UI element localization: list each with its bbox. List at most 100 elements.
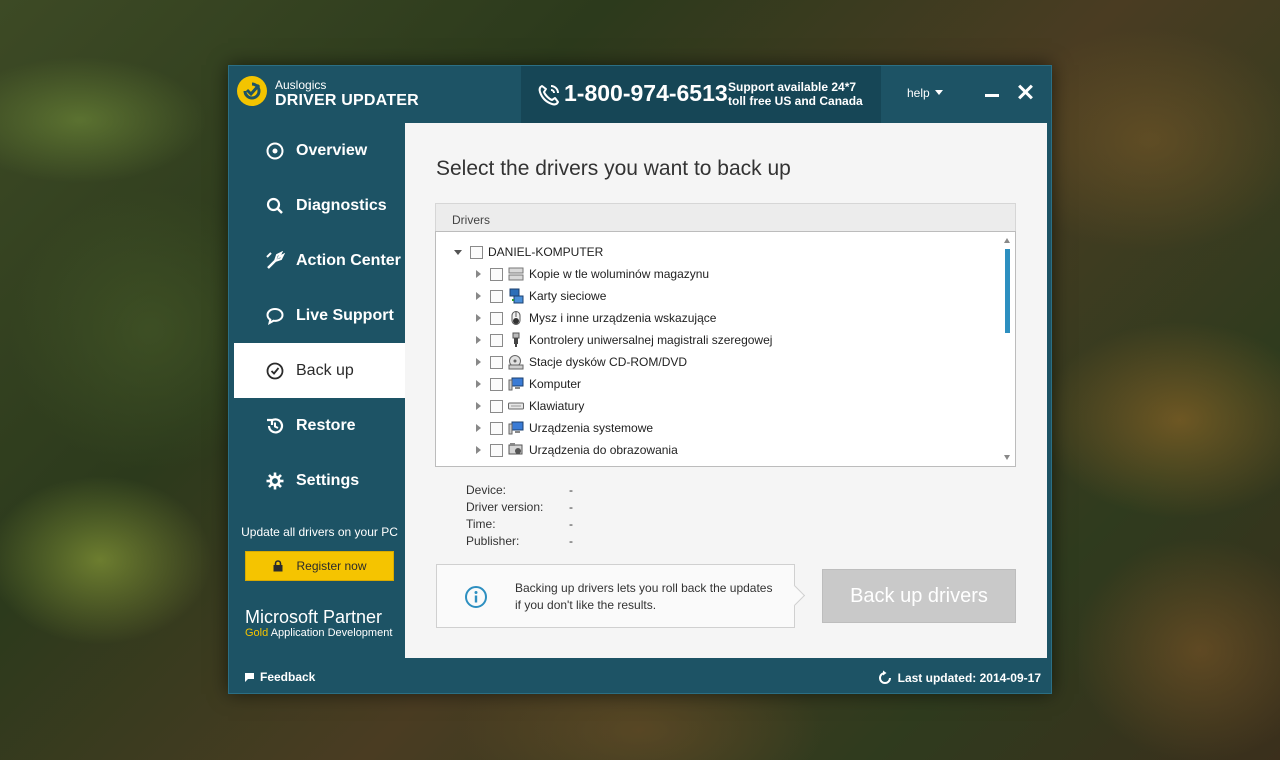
feedback-label: Feedback bbox=[260, 670, 316, 684]
help-label: help bbox=[907, 86, 930, 100]
device-label: Device: bbox=[466, 483, 507, 497]
scroll-thumb[interactable] bbox=[1005, 249, 1010, 333]
tree-root-row[interactable]: DANIEL-KOMPUTER bbox=[454, 241, 603, 263]
storage-volume-icon bbox=[508, 266, 524, 282]
brand-product: DRIVER UPDATER bbox=[275, 92, 419, 109]
backup-info-note: Backing up drivers lets you roll back th… bbox=[436, 564, 795, 628]
partner-gold-label: Gold bbox=[245, 627, 269, 639]
collapse-arrow-icon[interactable] bbox=[454, 249, 462, 255]
tree-scrollbar[interactable] bbox=[1001, 232, 1015, 466]
back-up-drivers-button[interactable]: Back up drivers bbox=[822, 569, 1016, 623]
sidebar-item-settings[interactable]: Settings bbox=[234, 453, 405, 508]
tree-checkbox[interactable] bbox=[470, 245, 483, 259]
backup-note-text: Backing up drivers lets you roll back th… bbox=[515, 581, 773, 612]
sidebar-item-restore[interactable]: Restore bbox=[234, 398, 405, 453]
usb-icon bbox=[508, 332, 524, 348]
phone-number: 1-800-974-6513 bbox=[564, 80, 728, 106]
brand-company: Auslogics bbox=[275, 78, 327, 92]
tree-item-label: Urządzenia systemowe bbox=[529, 421, 654, 435]
feedback-link[interactable]: Feedback bbox=[244, 670, 315, 684]
sidebar-item-live-support[interactable]: Live Support bbox=[234, 288, 405, 343]
lock-icon bbox=[272, 560, 284, 572]
feedback-icon bbox=[244, 672, 255, 682]
phone-icon bbox=[538, 85, 559, 106]
register-now-label: Register now bbox=[296, 559, 367, 573]
sidebar-item-label: Restore bbox=[296, 416, 356, 434]
tree-item-label: Mysz i inne urządzenia wskazujące bbox=[529, 311, 717, 325]
expand-arrow-icon[interactable] bbox=[476, 314, 481, 322]
tree-checkbox[interactable] bbox=[490, 355, 503, 369]
tree-item[interactable]: Komputer bbox=[476, 373, 581, 395]
expand-arrow-icon[interactable] bbox=[476, 380, 481, 388]
refresh-icon bbox=[878, 670, 891, 684]
expand-arrow-icon[interactable] bbox=[476, 446, 481, 454]
tree-checkbox[interactable] bbox=[490, 333, 503, 347]
expand-arrow-icon[interactable] bbox=[476, 292, 481, 300]
sidebar-item-overview[interactable]: Overview bbox=[234, 123, 405, 178]
tree-item[interactable]: Karty sieciowe bbox=[476, 285, 606, 307]
scroll-down-arrow-icon[interactable] bbox=[1004, 455, 1010, 460]
sidebar-item-diagnostics[interactable]: Diagnostics bbox=[234, 178, 405, 233]
tree-checkbox[interactable] bbox=[490, 443, 503, 457]
keyboard-icon bbox=[508, 398, 524, 414]
tree-item[interactable]: Klawiatury bbox=[476, 395, 584, 417]
page-title: Select the drivers you want to back up bbox=[436, 157, 791, 180]
tree-item[interactable]: Urządzenia do obrazowania bbox=[476, 439, 678, 461]
tree-checkbox[interactable] bbox=[490, 399, 503, 413]
tree-checkbox[interactable] bbox=[490, 311, 503, 325]
support-phone-box: 1-800-974-6513 Support available 24*7 to… bbox=[521, 66, 881, 123]
publisher-label: Publisher: bbox=[466, 534, 520, 548]
tree-item-label: Komputer bbox=[529, 377, 582, 391]
tree-item[interactable]: Kontrolery uniwersalnej magistrali szere… bbox=[476, 329, 772, 351]
tree-item[interactable]: Kopie w tle woluminów magazynu bbox=[476, 263, 709, 285]
close-button[interactable] bbox=[1015, 82, 1035, 102]
mouse-icon bbox=[508, 310, 524, 326]
register-now-button[interactable]: Register now bbox=[245, 551, 394, 581]
sidebar-item-action-center[interactable]: Action Center bbox=[234, 233, 405, 288]
driver-version-value: - bbox=[569, 500, 573, 514]
tree-item[interactable]: Urządzenia systemowe bbox=[476, 417, 653, 439]
app-window: Auslogics DRIVER UPDATER 1-800-974-6513 … bbox=[228, 65, 1052, 694]
info-icon bbox=[465, 586, 487, 608]
sidebar-item-label: Back up bbox=[296, 361, 354, 379]
tree-item[interactable]: Mysz i inne urządzenia wskazujące bbox=[476, 307, 716, 329]
search-icon bbox=[264, 195, 286, 217]
tree-item-label: Stacje dysków CD-ROM/DVD bbox=[529, 355, 688, 369]
expand-arrow-icon[interactable] bbox=[476, 424, 481, 432]
status-bar: Feedback Last updated: 2014-09-17 bbox=[229, 658, 1051, 695]
expand-arrow-icon[interactable] bbox=[476, 402, 481, 410]
tree-item-label: Kontrolery uniwersalnej magistrali szere… bbox=[529, 333, 773, 347]
driver-version-label: Driver version: bbox=[466, 500, 544, 514]
app-logo-icon bbox=[237, 76, 267, 106]
tree-checkbox[interactable] bbox=[490, 289, 503, 303]
tree-checkbox[interactable] bbox=[490, 377, 503, 391]
expand-arrow-icon[interactable] bbox=[476, 358, 481, 366]
last-updated-label: Last updated: 2014-09-17 bbox=[897, 671, 1041, 685]
tree-item-label: Klawiatury bbox=[529, 399, 585, 413]
help-menu[interactable]: help bbox=[907, 86, 943, 100]
time-label: Time: bbox=[466, 517, 496, 531]
tree-root-label: DANIEL-KOMPUTER bbox=[488, 245, 604, 259]
expand-arrow-icon[interactable] bbox=[476, 270, 481, 278]
scroll-up-arrow-icon[interactable] bbox=[1004, 238, 1010, 243]
update-all-text: Update all drivers on your PC bbox=[241, 525, 398, 539]
system-device-icon bbox=[508, 420, 524, 436]
tree-item[interactable]: Stacje dysków CD-ROM/DVD bbox=[476, 351, 687, 373]
title-bar: Auslogics DRIVER UPDATER 1-800-974-6513 … bbox=[229, 66, 1051, 123]
sidebar-item-label: Action Center bbox=[296, 251, 401, 269]
drivers-tree[interactable]: DANIEL-KOMPUTER Kopie w tle woluminów ma… bbox=[435, 231, 1016, 467]
minimize-button[interactable] bbox=[983, 84, 1001, 102]
imaging-device-icon bbox=[508, 442, 524, 458]
drivers-column-header: Drivers bbox=[435, 203, 1016, 231]
last-updated: Last updated: 2014-09-17 bbox=[877, 670, 1041, 686]
target-icon bbox=[264, 140, 286, 162]
tree-checkbox[interactable] bbox=[490, 421, 503, 435]
sidebar: Overview Diagnostics Action Center Live … bbox=[234, 123, 405, 658]
sidebar-item-back-up[interactable]: Back up bbox=[234, 343, 405, 398]
device-value: - bbox=[569, 483, 573, 497]
microsoft-partner-subtitle: Gold Application Development bbox=[245, 627, 392, 639]
tree-checkbox[interactable] bbox=[490, 267, 503, 281]
sidebar-item-label: Settings bbox=[296, 471, 360, 489]
expand-arrow-icon[interactable] bbox=[476, 336, 481, 344]
main-panel: Select the drivers you want to back up D… bbox=[405, 123, 1047, 658]
